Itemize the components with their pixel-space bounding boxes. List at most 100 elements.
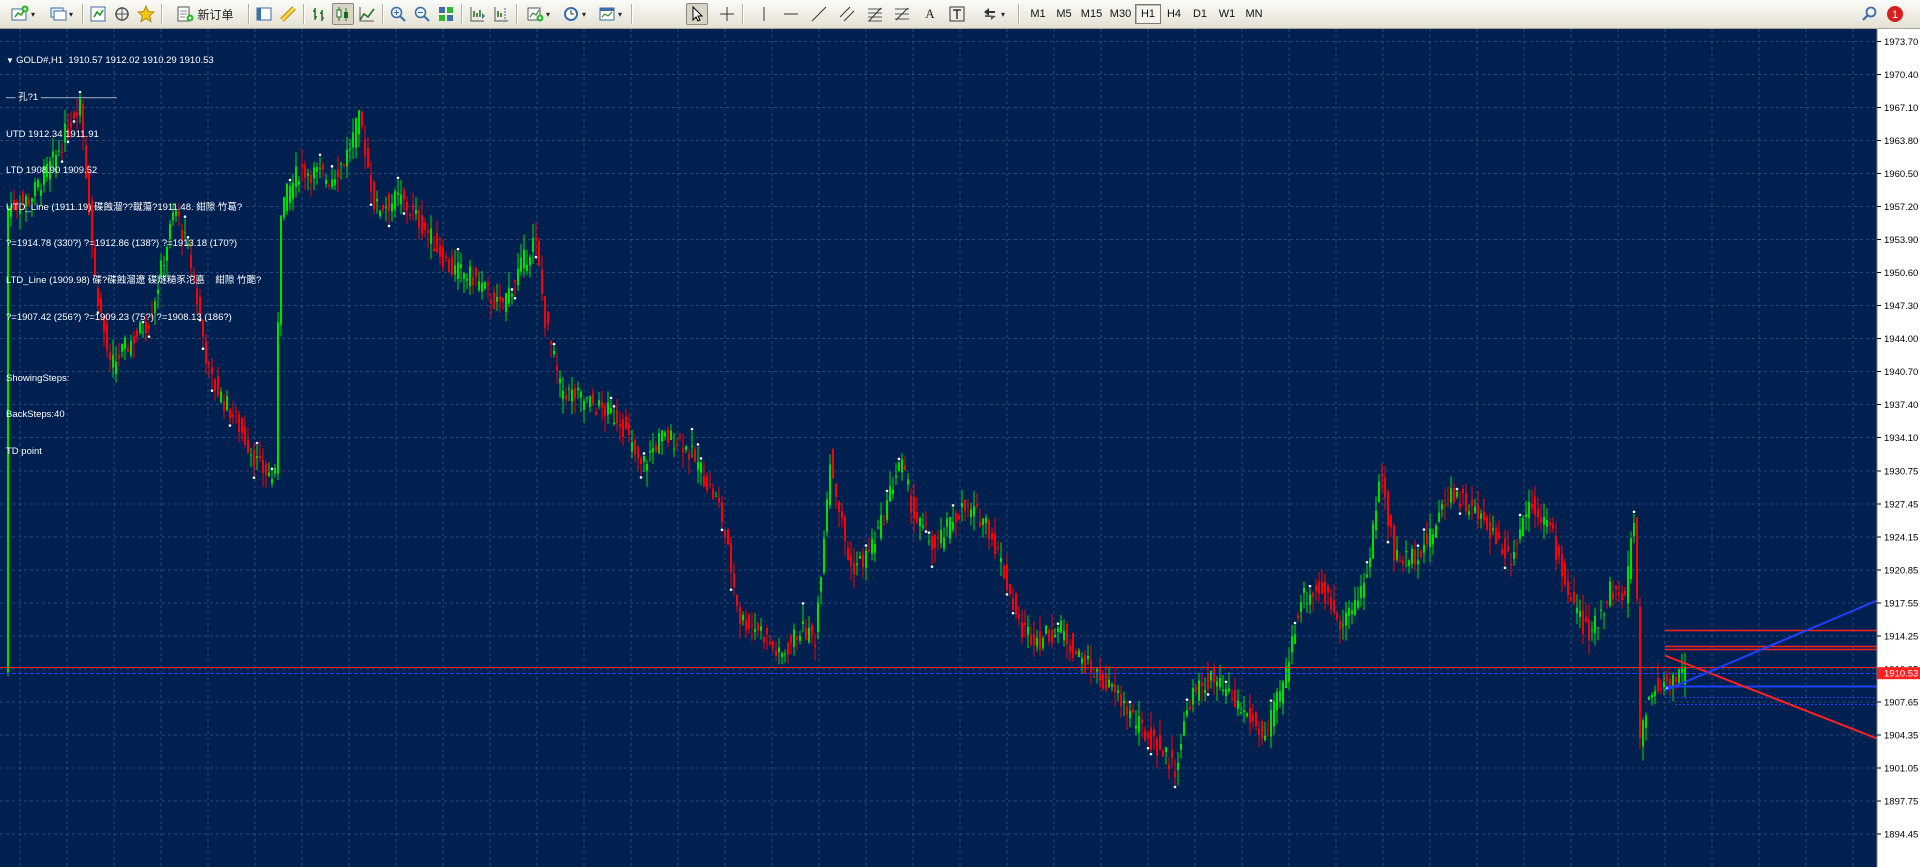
- candle-body: [607, 402, 609, 415]
- bar-chart-button[interactable]: [308, 3, 330, 25]
- candle-body: [898, 462, 900, 471]
- templates-button[interactable]: ▾: [593, 3, 627, 25]
- candle-body: [991, 532, 993, 540]
- crosshair-button[interactable]: [716, 3, 738, 25]
- timeframe-h1[interactable]: H1: [1135, 4, 1161, 24]
- candle-body: [1162, 750, 1164, 757]
- candle-body: [595, 411, 597, 415]
- candle-body: [670, 430, 672, 440]
- candle-body: [313, 167, 315, 179]
- candle-body: [1291, 636, 1293, 653]
- candle-body: [529, 257, 531, 266]
- candle-body: [1159, 735, 1161, 750]
- candle-body: [949, 517, 951, 539]
- candle-body: [475, 268, 477, 277]
- candle-body: [1525, 514, 1527, 517]
- timeframe-d1[interactable]: D1: [1187, 4, 1213, 24]
- timeframe-m1[interactable]: M1: [1025, 4, 1051, 24]
- candle-body: [631, 442, 633, 452]
- chart-window[interactable]: eahub.cneahub.cneahub.cneahub.cneahub.cn…: [0, 29, 1920, 867]
- new-order-icon: [177, 6, 194, 22]
- horizontal-line-button[interactable]: [780, 3, 802, 25]
- candle-body: [1444, 504, 1446, 506]
- candle-body: [451, 256, 453, 275]
- timeframe-mn[interactable]: MN: [1241, 4, 1267, 24]
- candle-body: [694, 449, 696, 462]
- gann-fan-button[interactable]: [891, 3, 913, 25]
- td-point: [1173, 785, 1177, 789]
- td-point: [552, 342, 556, 346]
- candle-body: [1633, 522, 1635, 536]
- line-chart-button[interactable]: [356, 3, 378, 25]
- candle-body: [1315, 585, 1317, 592]
- text-label-button[interactable]: [946, 3, 968, 25]
- candle-body: [1000, 557, 1002, 563]
- candle-body: [1657, 677, 1659, 692]
- candle-body: [1111, 684, 1113, 687]
- auto-scroll-button[interactable]: [466, 3, 488, 25]
- candle-body: [1555, 535, 1557, 560]
- navigator-button[interactable]: [111, 3, 133, 25]
- zoom-out-button[interactable]: [411, 3, 433, 25]
- cursor-button[interactable]: [686, 3, 708, 25]
- tile-windows-button[interactable]: [435, 3, 457, 25]
- zoom-in-button[interactable]: [387, 3, 409, 25]
- candle-body: [295, 166, 297, 187]
- candle-body: [826, 499, 828, 532]
- candle-body: [1114, 684, 1116, 693]
- timeframe-h4[interactable]: H4: [1161, 4, 1187, 24]
- td-point: [1056, 622, 1060, 626]
- candle-body: [1516, 543, 1518, 545]
- text-button[interactable]: A: [919, 3, 941, 25]
- candle-body: [862, 553, 864, 567]
- arrows-button[interactable]: ▾: [976, 3, 1010, 25]
- candle-body: [739, 607, 741, 624]
- candle-body: [1675, 677, 1677, 683]
- timeframe-m5[interactable]: M5: [1051, 4, 1077, 24]
- vertical-line-button[interactable]: [753, 3, 775, 25]
- candle-body: [562, 390, 564, 400]
- candle-body: [307, 173, 309, 176]
- indicators-button[interactable]: ▾: [521, 3, 555, 25]
- candle-body: [523, 249, 525, 269]
- fibonacci-button[interactable]: [864, 3, 886, 25]
- price-chart[interactable]: eahub.cneahub.cneahub.cneahub.cneahub.cn…: [0, 29, 1920, 867]
- new-chart-button[interactable]: ▾: [6, 3, 40, 25]
- candle-body: [910, 495, 912, 513]
- candle-body: [943, 538, 945, 549]
- candlestick-button[interactable]: [332, 3, 354, 25]
- market-watch-button[interactable]: [87, 3, 109, 25]
- periods-button[interactable]: ▾: [557, 3, 591, 25]
- search-button[interactable]: [1859, 3, 1881, 25]
- candle-body: [754, 628, 756, 632]
- candle-body: [397, 192, 399, 195]
- candle-body: [1510, 563, 1512, 566]
- candle-body: [676, 444, 678, 446]
- terminal-button[interactable]: [253, 3, 275, 25]
- candle-body: [1561, 554, 1563, 577]
- favorites-button[interactable]: [135, 3, 157, 25]
- candle-body: [1651, 694, 1653, 698]
- notifications-button[interactable]: 1: [1884, 3, 1906, 25]
- candle-body: [433, 248, 435, 252]
- autotrading-button[interactable]: [277, 3, 299, 25]
- candle-body: [1381, 474, 1383, 477]
- candle-body: [913, 496, 915, 519]
- candle-body: [1570, 597, 1572, 601]
- trendline-button[interactable]: [808, 3, 830, 25]
- candle-body: [382, 204, 384, 211]
- timeframe-m15[interactable]: M15: [1077, 4, 1106, 24]
- timeframe-w1[interactable]: W1: [1213, 4, 1241, 24]
- candle-body: [1030, 634, 1032, 645]
- chart-shift-button[interactable]: [490, 3, 512, 25]
- candle-body: [1024, 622, 1026, 626]
- new-order-button[interactable]: 新订单: [166, 3, 244, 25]
- candle-body: [340, 163, 342, 165]
- candle-body: [376, 198, 378, 202]
- favorites-icon: [137, 5, 155, 23]
- profiles-button[interactable]: ▾: [44, 3, 78, 25]
- timeframe-m30[interactable]: M30: [1106, 4, 1135, 24]
- candle-body: [1336, 613, 1338, 620]
- equidistant-channel-button[interactable]: [836, 3, 858, 25]
- info-line: — 孔?1 ————————: [6, 92, 117, 104]
